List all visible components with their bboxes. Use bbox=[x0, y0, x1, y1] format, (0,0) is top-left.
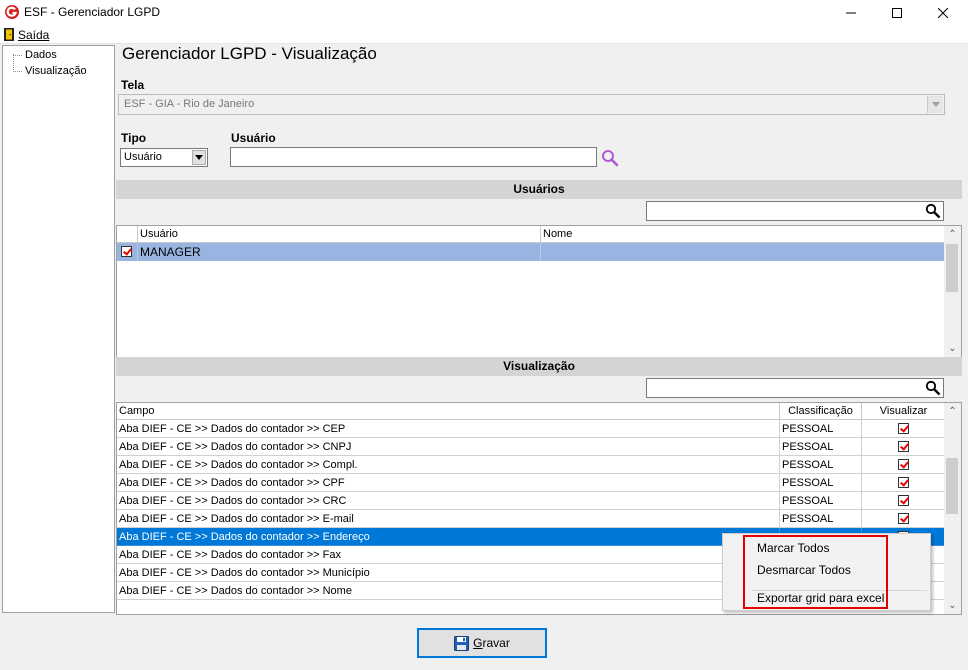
usuario-label: Usuário bbox=[231, 131, 276, 145]
scroll-up-icon[interactable]: ⌃ bbox=[944, 403, 961, 420]
tree-connector bbox=[13, 55, 22, 56]
classificacao-cell: PESSOAL bbox=[780, 438, 862, 456]
chevron-down-icon bbox=[927, 96, 943, 113]
visualizar-checkbox[interactable] bbox=[898, 441, 909, 452]
tela-value: ESF - GIA - Rio de Janeiro bbox=[124, 98, 255, 110]
tela-label: Tela bbox=[121, 78, 145, 92]
classificacao-cell: PESSOAL bbox=[780, 456, 862, 474]
table-row[interactable]: Aba DIEF - CE >> Dados do contador >> E-… bbox=[117, 510, 946, 528]
campo-cell: Aba DIEF - CE >> Dados do contador >> En… bbox=[117, 528, 780, 546]
search-icon[interactable] bbox=[601, 149, 619, 167]
visualizacao-section-header: Visualização bbox=[116, 357, 962, 376]
grid-header-usuario[interactable]: Usuário bbox=[138, 226, 541, 243]
visualizar-checkbox[interactable] bbox=[898, 477, 909, 488]
scroll-down-icon[interactable]: ⌄ bbox=[944, 597, 961, 614]
highlight-box bbox=[743, 535, 888, 609]
table-row[interactable]: Aba DIEF - CE >> Dados do contador >> CP… bbox=[117, 474, 946, 492]
visualizacao-scrollbar[interactable]: ⌃ ⌄ bbox=[944, 403, 961, 614]
usuarios-search-input[interactable] bbox=[646, 201, 944, 221]
grid-header-checkbox bbox=[117, 226, 138, 243]
gravar-label-first: G bbox=[473, 636, 483, 650]
campo-cell: Aba DIEF - CE >> Dados do contador >> CP… bbox=[117, 474, 780, 492]
exit-door-icon bbox=[4, 28, 14, 41]
grid-header-nome[interactable]: Nome bbox=[541, 226, 946, 243]
g-logo-icon bbox=[5, 5, 19, 19]
visualizacao-search-input[interactable] bbox=[646, 378, 944, 398]
table-row[interactable]: Aba DIEF - CE >> Dados do contador >> CR… bbox=[117, 492, 946, 510]
navigation-tree: Dados Visualização bbox=[2, 45, 115, 613]
classificacao-cell: PESSOAL bbox=[780, 510, 862, 528]
page-title: Gerenciador LGPD - Visualização bbox=[122, 44, 377, 63]
search-icon[interactable] bbox=[925, 380, 941, 396]
classificacao-cell: PESSOAL bbox=[780, 420, 862, 438]
title-bar: ESF - Gerenciador LGPD bbox=[0, 0, 968, 25]
visualizar-cell bbox=[862, 456, 946, 474]
close-icon bbox=[938, 7, 948, 18]
tipo-select[interactable]: Usuário bbox=[120, 148, 208, 167]
visualizar-cell bbox=[862, 510, 946, 528]
visualizar-checkbox[interactable] bbox=[898, 495, 909, 506]
visualizar-cell bbox=[862, 492, 946, 510]
tipo-label: Tipo bbox=[121, 131, 147, 145]
tipo-value: Usuário bbox=[124, 151, 162, 163]
grid-header-campo[interactable]: Campo bbox=[117, 403, 780, 420]
visualizar-checkbox[interactable] bbox=[898, 459, 909, 470]
campo-cell: Aba DIEF - CE >> Dados do contador >> Mu… bbox=[117, 564, 780, 582]
tree-item-dados[interactable]: Dados bbox=[25, 49, 57, 61]
visualizar-checkbox[interactable] bbox=[898, 423, 909, 434]
close-button[interactable] bbox=[920, 0, 966, 25]
scroll-down-icon[interactable]: ⌄ bbox=[944, 340, 961, 357]
scroll-up-icon[interactable]: ⌃ bbox=[944, 226, 961, 243]
table-cell bbox=[117, 243, 138, 261]
gravar-label: Gravar bbox=[473, 636, 510, 650]
usuarios-grid: Usuário Nome MANAGER ⌃ ⌄ bbox=[116, 225, 962, 358]
table-row[interactable]: Aba DIEF - CE >> Dados do contador >> CN… bbox=[117, 438, 946, 456]
minimize-icon bbox=[846, 12, 856, 13]
tree-connector bbox=[13, 54, 14, 72]
classificacao-cell: PESSOAL bbox=[780, 474, 862, 492]
menu-saida-label: Saída bbox=[18, 28, 50, 42]
visualizar-cell bbox=[862, 420, 946, 438]
usuarios-scrollbar[interactable]: ⌃ ⌄ bbox=[944, 226, 961, 357]
campo-cell: Aba DIEF - CE >> Dados do contador >> Co… bbox=[117, 456, 780, 474]
usuario-input[interactable] bbox=[230, 147, 597, 167]
window-title: ESF - Gerenciador LGPD bbox=[24, 5, 161, 19]
visualizar-checkbox[interactable] bbox=[898, 513, 909, 524]
menu-bar: Saída bbox=[0, 25, 968, 44]
visualizar-cell bbox=[862, 438, 946, 456]
nome-cell bbox=[541, 243, 946, 261]
scroll-thumb[interactable] bbox=[946, 244, 958, 292]
maximize-button[interactable] bbox=[874, 0, 920, 25]
chevron-down-icon bbox=[192, 150, 206, 165]
gravar-label-rest: ravar bbox=[482, 636, 510, 650]
table-row[interactable]: Aba DIEF - CE >> Dados do contador >> Co… bbox=[117, 456, 946, 474]
table-row[interactable]: MANAGER bbox=[117, 243, 946, 261]
menu-saida[interactable]: Saída bbox=[18, 28, 49, 42]
table-row[interactable]: Aba DIEF - CE >> Dados do contador >> CE… bbox=[117, 420, 946, 438]
maximize-icon bbox=[892, 7, 902, 18]
gravar-button[interactable]: Gravar bbox=[417, 628, 547, 658]
campo-cell: Aba DIEF - CE >> Dados do contador >> CR… bbox=[117, 492, 780, 510]
campo-cell: Aba DIEF - CE >> Dados do contador >> No… bbox=[117, 582, 780, 600]
minimize-button[interactable] bbox=[828, 0, 874, 25]
campo-cell: Aba DIEF - CE >> Dados do contador >> E-… bbox=[117, 510, 780, 528]
classificacao-cell: PESSOAL bbox=[780, 492, 862, 510]
visualizar-cell bbox=[862, 474, 946, 492]
usuario-cell: MANAGER bbox=[138, 243, 541, 261]
grid-header-classificacao[interactable]: Classificação bbox=[780, 403, 862, 420]
row-checkbox[interactable] bbox=[121, 246, 132, 257]
usuarios-section-header: Usuários bbox=[116, 180, 962, 199]
tree-connector bbox=[13, 71, 22, 72]
grid-header-visualizar[interactable]: Visualizar bbox=[862, 403, 946, 420]
campo-cell: Aba DIEF - CE >> Dados do contador >> CN… bbox=[117, 438, 780, 456]
floppy-disk-icon bbox=[454, 635, 470, 651]
tree-item-visualizacao[interactable]: Visualização bbox=[25, 65, 87, 77]
scroll-thumb[interactable] bbox=[946, 458, 958, 514]
campo-cell: Aba DIEF - CE >> Dados do contador >> Fa… bbox=[117, 546, 780, 564]
search-icon[interactable] bbox=[925, 203, 941, 219]
tela-combo[interactable]: ESF - GIA - Rio de Janeiro bbox=[118, 94, 945, 115]
campo-cell: Aba DIEF - CE >> Dados do contador >> CE… bbox=[117, 420, 780, 438]
